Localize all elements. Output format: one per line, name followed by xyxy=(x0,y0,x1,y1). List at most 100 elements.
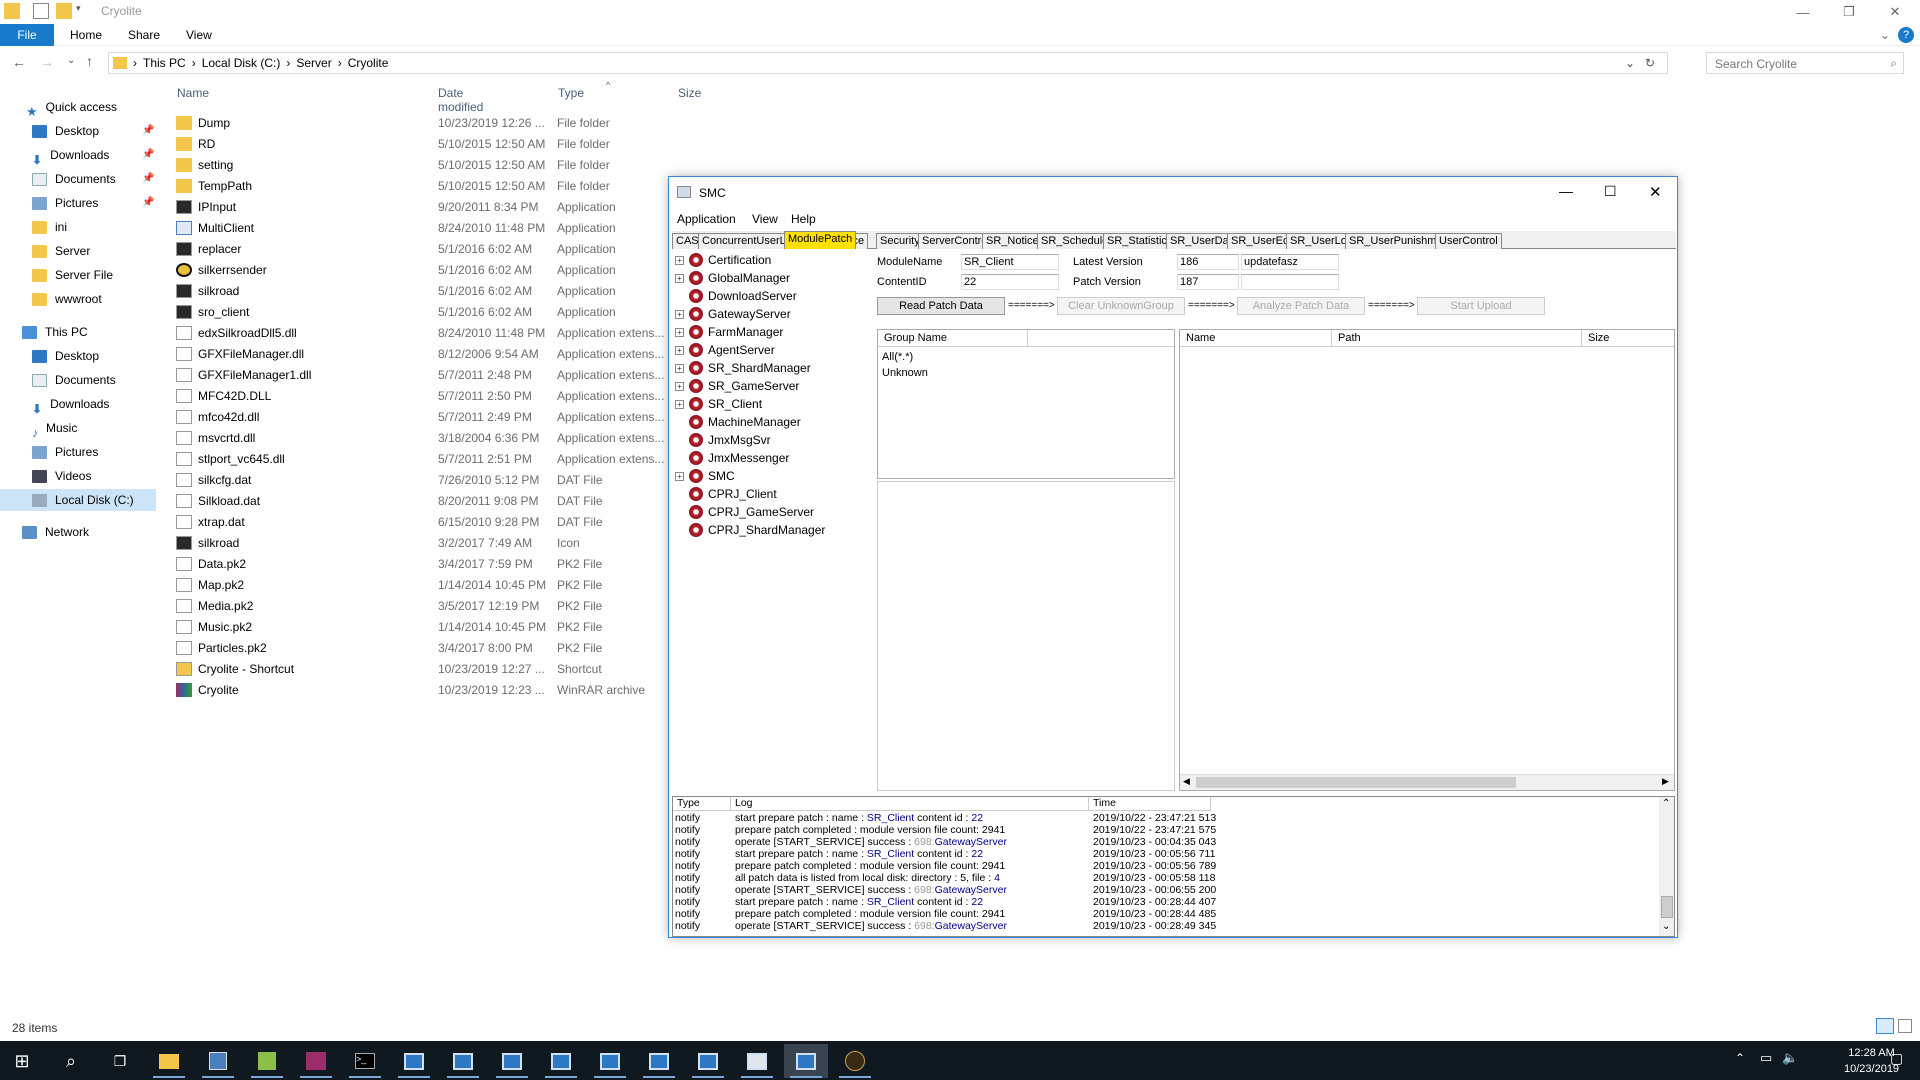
patch-file-list[interactable]: Name Path Size ◀ ▶ xyxy=(1179,329,1675,791)
read-patch-data-button[interactable]: Read Patch Data xyxy=(877,297,1005,315)
scrollbar-thumb[interactable] xyxy=(1196,777,1516,788)
tree-node[interactable]: CPRJ_Client xyxy=(675,485,777,503)
nav-item-desktop[interactable]: Desktop 📌 xyxy=(32,120,154,142)
smc-maximize-button[interactable]: ☐ xyxy=(1604,183,1617,200)
expand-ribbon-icon[interactable]: ⌄ xyxy=(1880,24,1890,46)
file-row[interactable]: Music.pk2 1/14/2014 10:45 PM PK2 File xyxy=(176,616,676,637)
taskbar-app-2[interactable] xyxy=(196,1044,240,1078)
taskbar-server-4[interactable] xyxy=(539,1044,583,1078)
tree-node[interactable]: CPRJ_GameServer xyxy=(675,503,814,521)
log-type-header[interactable]: Type xyxy=(673,797,731,811)
menu-help[interactable]: Help xyxy=(791,212,816,226)
new-folder-icon[interactable] xyxy=(56,3,72,19)
clear-unknown-group-button[interactable]: Clear UnknownGroup xyxy=(1057,297,1185,315)
details-view-icon[interactable] xyxy=(1876,1018,1894,1034)
nav-item-pictures[interactable]: Pictures 📌 xyxy=(32,192,154,214)
log-log-header[interactable]: Log xyxy=(731,797,1089,811)
nav-pc-downloads[interactable]: ⬇ Downloads xyxy=(32,393,109,416)
tree-node[interactable]: + SR_Client xyxy=(675,395,762,413)
taskbar-server-2[interactable] xyxy=(441,1044,485,1078)
column-size[interactable]: Size xyxy=(678,86,701,100)
horizontal-scrollbar[interactable]: ◀ ▶ xyxy=(1180,774,1674,790)
recent-chevron-icon[interactable]: ⌄ xyxy=(67,55,75,66)
tree-node[interactable]: JmxMsgSvr xyxy=(675,431,771,449)
expand-icon[interactable]: + xyxy=(675,381,684,391)
tab-file[interactable]: File xyxy=(0,24,54,46)
file-row[interactable]: stlport_vc645.dll 5/7/2011 2:51 PM Applica… xyxy=(176,448,676,469)
nav-pc-music[interactable]: ♪ Music xyxy=(32,417,77,440)
log-list[interactable]: Type Log Time notify start prepare patch … xyxy=(672,796,1675,937)
file-row[interactable]: silkroad 5/1/2016 6:02 AM Application xyxy=(176,280,676,301)
tree-node[interactable]: DownloadServer xyxy=(675,287,797,305)
file-row[interactable]: Silkload.dat 8/20/2011 9:08 PM DAT File xyxy=(176,490,676,511)
expand-icon[interactable]: + xyxy=(675,363,684,373)
file-row[interactable]: Cryolite - Shortcut 10/23/2019 12:27 ... S… xyxy=(176,658,676,679)
taskbar-winrar[interactable] xyxy=(294,1044,338,1078)
scroll-left-icon[interactable]: ◀ xyxy=(1183,776,1190,787)
nav-item-server[interactable]: Server xyxy=(32,240,90,262)
nav-item-wwwroot[interactable]: wwwroot xyxy=(32,288,102,310)
group-item-unknown[interactable]: Unknown xyxy=(882,367,928,379)
taskbar-app-3[interactable] xyxy=(245,1044,289,1078)
patch-version-field[interactable]: 187 xyxy=(1177,274,1239,290)
breadcrumb-cryolite[interactable]: Cryolite xyxy=(348,56,389,70)
tree-node[interactable]: JmxMessenger xyxy=(675,449,789,467)
tab-home[interactable]: Home xyxy=(70,24,102,46)
expand-icon[interactable]: + xyxy=(675,255,684,265)
file-row[interactable]: IPInput 9/20/2011 8:34 PM Application xyxy=(176,196,676,217)
tree-node[interactable]: + Certification xyxy=(675,251,771,269)
tab-usercontrol[interactable]: UserControl xyxy=(1435,233,1502,249)
nav-this-pc[interactable]: This PC xyxy=(22,321,88,343)
tree-node[interactable]: + SR_ShardManager xyxy=(675,359,811,377)
breadcrumb-this-pc[interactable]: This PC xyxy=(143,56,186,70)
file-row[interactable]: Media.pk2 3/5/2017 12:19 PM PK2 File xyxy=(176,595,676,616)
forward-arrow-icon[interactable]: → xyxy=(40,54,54,70)
scroll-up-icon[interactable]: ⌃ xyxy=(1662,798,1670,809)
taskbar-cmd[interactable]: >_ xyxy=(343,1044,387,1078)
nav-item-server-file[interactable]: Server File xyxy=(32,264,113,286)
address-dropdown-icon[interactable]: ⌄ xyxy=(1625,56,1635,70)
group-name-header[interactable]: Group Name xyxy=(878,330,1028,347)
tree-node[interactable]: + FarmManager xyxy=(675,323,783,341)
customize-qa-chevron-icon[interactable]: ▾ xyxy=(76,3,86,19)
volume-icon[interactable]: 🔈 xyxy=(1782,1050,1798,1066)
file-row[interactable]: silkroad 3/2/2017 7:49 AM Icon xyxy=(176,532,676,553)
file-row[interactable]: GFXFileManager.dll 8/12/2006 9:54 AM Appli… xyxy=(176,343,676,364)
analyze-patch-data-button[interactable]: Analyze Patch Data xyxy=(1237,297,1365,315)
menu-view[interactable]: View xyxy=(752,212,778,226)
file-path-header[interactable]: Path xyxy=(1332,330,1582,347)
breadcrumb-local-disk[interactable]: Local Disk (C:) xyxy=(202,56,281,70)
scroll-down-icon[interactable]: ⌄ xyxy=(1662,921,1670,932)
tab-view[interactable]: View xyxy=(186,24,212,46)
file-row[interactable]: Data.pk2 3/4/2017 7:59 PM PK2 File xyxy=(176,553,676,574)
properties-icon[interactable] xyxy=(33,3,49,19)
taskbar-server-5[interactable] xyxy=(588,1044,632,1078)
nav-pc-pictures[interactable]: Pictures xyxy=(32,441,98,463)
file-row[interactable]: silkcfg.dat 7/26/2010 5:12 PM DAT File xyxy=(176,469,676,490)
latest-version-note-field[interactable]: updatefasz xyxy=(1241,254,1339,270)
file-row[interactable]: RD 5/10/2015 12:50 AM File folder xyxy=(176,133,676,154)
help-icon[interactable]: ? xyxy=(1898,27,1914,43)
file-row[interactable]: msvcrtd.dll 3/18/2004 6:36 PM Application … xyxy=(176,427,676,448)
column-type[interactable]: Type xyxy=(558,86,584,100)
log-scrollbar-thumb[interactable] xyxy=(1661,896,1673,918)
file-name-header[interactable]: Name xyxy=(1180,330,1332,347)
taskbar-silkroad[interactable] xyxy=(833,1044,877,1078)
log-time-header[interactable]: Time xyxy=(1089,797,1211,811)
nav-pc-local-disk[interactable]: Local Disk (C:) xyxy=(0,489,156,511)
taskbar-server-3[interactable] xyxy=(490,1044,534,1078)
tree-node[interactable]: CPRJ_ShardManager xyxy=(675,521,825,539)
tree-node[interactable]: + GlobalManager xyxy=(675,269,790,287)
file-row[interactable]: mfco42d.dll 5/7/2011 2:49 PM Application e… xyxy=(176,406,676,427)
smc-minimize-button[interactable]: — xyxy=(1559,183,1573,199)
file-row[interactable]: Dump 10/23/2019 12:26 ... File folder xyxy=(176,112,676,133)
search-input[interactable]: Search Cryolite ⌕ xyxy=(1706,52,1904,74)
scroll-right-icon[interactable]: ▶ xyxy=(1662,776,1669,787)
taskbar-explorer[interactable] xyxy=(147,1044,191,1078)
tree-node[interactable]: MachineManager xyxy=(675,413,801,431)
tab-modulepatch[interactable]: ModulePatch xyxy=(784,231,857,249)
start-button[interactable]: ⊞ xyxy=(0,1044,44,1078)
minimize-button[interactable]: — xyxy=(1780,0,1826,24)
expand-icon[interactable]: + xyxy=(675,399,684,409)
column-date-modified[interactable]: Date modified xyxy=(438,86,483,114)
